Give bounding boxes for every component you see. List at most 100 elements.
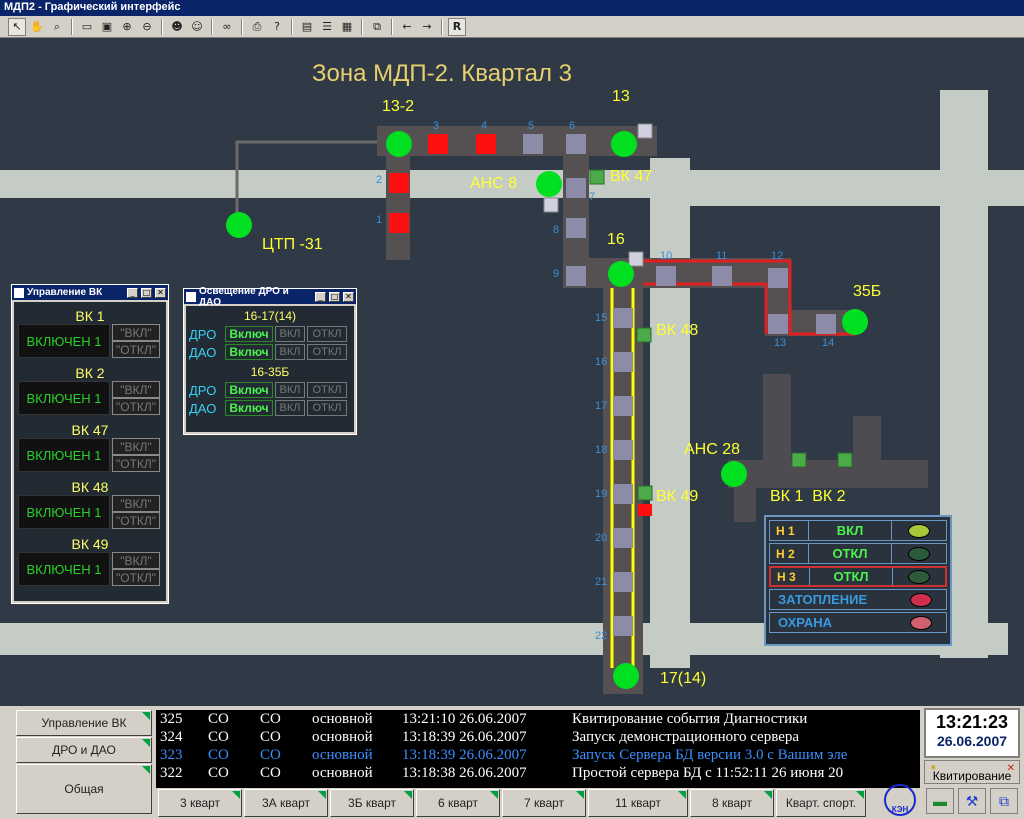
maximize-button[interactable]: □	[329, 291, 340, 302]
segment-3[interactable]	[428, 134, 448, 154]
pump-state[interactable]: ОТКЛ	[809, 568, 893, 585]
vk-off-button[interactable]: "ОТКЛ"	[112, 512, 160, 529]
vk-on-button[interactable]: "ВКЛ"	[112, 495, 160, 512]
acknowledge-button[interactable]: ✶ ✕ Квитирование	[924, 760, 1020, 784]
segment-9[interactable]	[566, 266, 586, 286]
segment-18[interactable]	[613, 440, 633, 460]
magnifier-icon[interactable]: ⌕	[48, 18, 66, 36]
segment-19[interactable]	[613, 484, 633, 504]
valve-vk48[interactable]	[636, 327, 652, 343]
quarter-3b-button[interactable]: 3Б кварт	[330, 789, 414, 817]
print-icon[interactable]: ⎙	[248, 18, 266, 36]
node-ctp31[interactable]	[226, 212, 252, 238]
vk-off-button[interactable]: "ОТКЛ"	[112, 398, 160, 415]
quarter-7-button[interactable]: 7 кварт	[502, 789, 586, 817]
forward-arrow-icon[interactable]: →	[418, 18, 436, 36]
node-17-14[interactable]	[613, 663, 639, 689]
windows-icon[interactable]: ⧉	[990, 788, 1018, 814]
valve-vk49[interactable]	[637, 485, 653, 501]
user-icon[interactable]: ☻	[168, 18, 186, 36]
log-row[interactable]: 323 СО СО основной 13:18:39 26.06.2007 Запуск…	[160, 747, 916, 765]
lighting-off-button[interactable]: ОТКЛ	[307, 326, 347, 342]
segment-22[interactable]	[613, 616, 633, 636]
layout-grid-icon[interactable]: ▦	[338, 18, 356, 36]
vk-on-button[interactable]: "ВКЛ"	[112, 552, 160, 569]
lighting-on-button[interactable]: ВКЛ	[275, 382, 305, 398]
quarter-sport-button[interactable]: Кварт. спорт.	[776, 789, 866, 817]
valve-vk47[interactable]	[589, 169, 605, 185]
lighting-on-button[interactable]: ВКЛ	[275, 326, 305, 342]
pump-state[interactable]: ВКЛ	[808, 521, 892, 540]
segment-20[interactable]	[613, 528, 633, 548]
zoom-out-icon[interactable]: ⊖	[138, 18, 156, 36]
maximize-button[interactable]: □	[141, 287, 152, 298]
segment-8[interactable]	[566, 218, 586, 238]
node-13[interactable]	[611, 131, 637, 157]
tools-icon[interactable]: ⚒	[958, 788, 986, 814]
vk-on-button[interactable]: "ВКЛ"	[112, 381, 160, 398]
vk-off-button[interactable]: "ОТКЛ"	[112, 341, 160, 358]
segment-5[interactable]	[523, 134, 543, 154]
help-icon[interactable]: ?	[268, 18, 286, 36]
segment-10[interactable]	[656, 266, 676, 286]
segment-4[interactable]	[476, 134, 496, 154]
zoom-window-icon[interactable]: ▭	[78, 18, 96, 36]
segment-16[interactable]	[613, 352, 633, 372]
lighting-off-button[interactable]: ОТКЛ	[307, 382, 347, 398]
segment-17[interactable]	[613, 396, 633, 416]
close-button[interactable]: ✕	[155, 287, 166, 298]
monitor-icon[interactable]: ▬	[926, 788, 954, 814]
lighting-on-button[interactable]: ВКЛ	[275, 400, 305, 416]
valve-vk1[interactable]	[791, 452, 807, 468]
segment-2[interactable]	[389, 173, 409, 193]
node-ans28[interactable]	[721, 461, 747, 487]
lighting-off-button[interactable]: ОТКЛ	[307, 344, 347, 360]
lamp-ans8[interactable]	[543, 197, 559, 213]
segment-21[interactable]	[613, 572, 633, 592]
node-16[interactable]	[608, 261, 634, 287]
lamp-13[interactable]	[637, 123, 653, 139]
vk-off-button[interactable]: "ОТКЛ"	[112, 569, 160, 586]
close-button[interactable]: ✕	[343, 291, 354, 302]
r-button[interactable]: R	[448, 17, 466, 36]
layout-split-icon[interactable]: ☰	[318, 18, 336, 36]
dro-dao-button[interactable]: ДРО и ДАО	[16, 737, 152, 763]
alarm-marker[interactable]	[638, 504, 652, 516]
segment-14[interactable]	[816, 314, 836, 334]
zoom-in-icon[interactable]: ⊕	[118, 18, 136, 36]
quarter-6-button[interactable]: 6 кварт	[416, 789, 500, 817]
back-arrow-icon[interactable]: ←	[398, 18, 416, 36]
event-log[interactable]: 325 СО СО основной 13:21:10 26.06.2007 Квитир…	[156, 710, 920, 788]
segment-12[interactable]	[768, 268, 788, 288]
log-row[interactable]: 322 СО СО основной 13:18:38 26.06.2007 Просто…	[160, 765, 916, 783]
log-row[interactable]: 325 СО СО основной 13:21:10 26.06.2007 Квитир…	[160, 711, 916, 729]
quarter-3a-button[interactable]: 3А кварт	[244, 789, 328, 817]
node-35b[interactable]	[842, 309, 868, 335]
layout-single-icon[interactable]: ▤	[298, 18, 316, 36]
windows-icon[interactable]: ⧉	[368, 18, 386, 36]
vk-off-button[interactable]: "ОТКЛ"	[112, 455, 160, 472]
minimize-button[interactable]: _	[127, 287, 138, 298]
segment-11[interactable]	[712, 266, 732, 286]
log-row[interactable]: 324 СО СО основной 13:18:39 26.06.2007 Запуск…	[160, 729, 916, 747]
node-ans8[interactable]	[536, 171, 562, 197]
segment-1[interactable]	[389, 213, 409, 233]
node-13-2[interactable]	[386, 131, 412, 157]
segment-7[interactable]	[566, 178, 586, 198]
zoom-fit-icon[interactable]: ▣	[98, 18, 116, 36]
binoculars-icon[interactable]: ∞	[218, 18, 236, 36]
general-button[interactable]: Общая	[16, 764, 152, 814]
vk-control-button[interactable]: Управление ВК	[16, 710, 152, 736]
minimize-button[interactable]: _	[315, 291, 326, 302]
lighting-off-button[interactable]: ОТКЛ	[307, 400, 347, 416]
pointer-tool-icon[interactable]: ↖	[8, 17, 26, 36]
quarter-8-button[interactable]: 8 кварт	[690, 789, 774, 817]
vk-on-button[interactable]: "ВКЛ"	[112, 438, 160, 455]
hand-tool-icon[interactable]: ✋	[28, 18, 46, 36]
user-key-icon[interactable]: ☺	[188, 18, 206, 36]
vk-on-button[interactable]: "ВКЛ"	[112, 324, 160, 341]
valve-vk2[interactable]	[837, 452, 853, 468]
lamp-16[interactable]	[628, 251, 644, 267]
lighting-on-button[interactable]: ВКЛ	[275, 344, 305, 360]
quarter-11-button[interactable]: 11 кварт	[588, 789, 688, 817]
